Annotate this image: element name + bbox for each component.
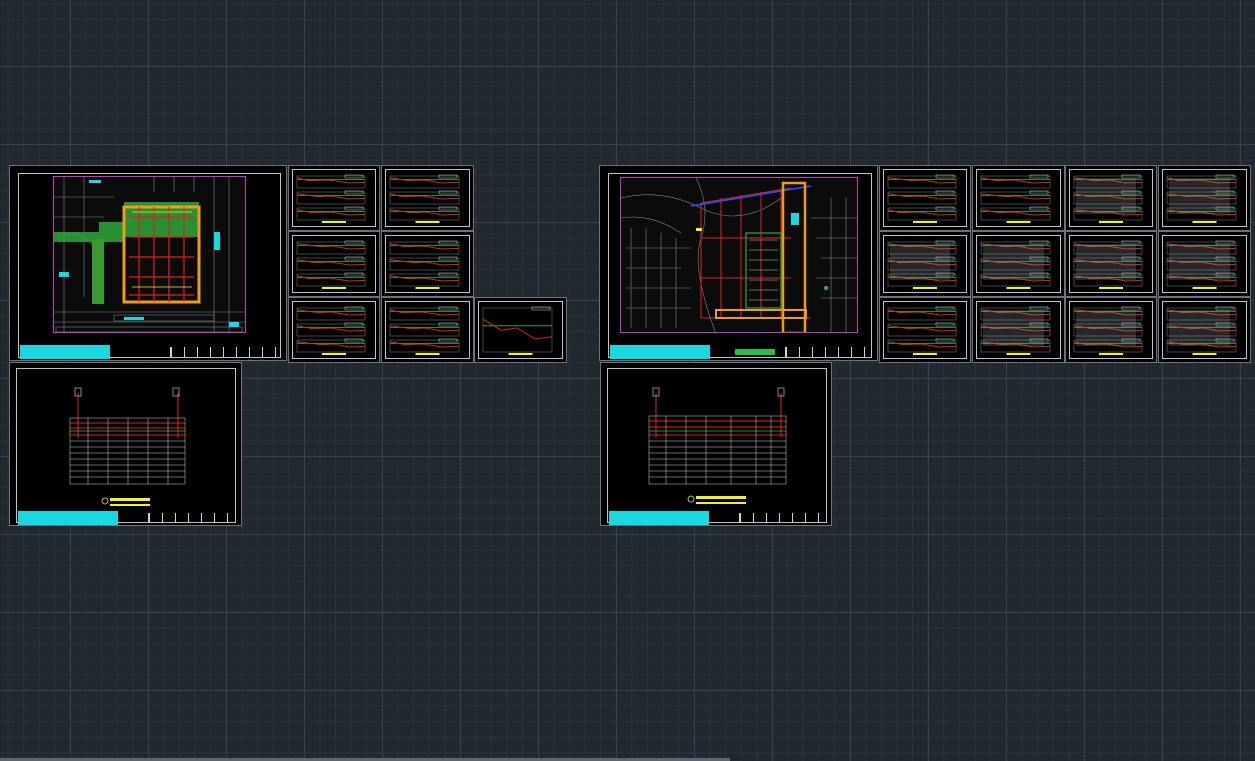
profile-drawing <box>1073 174 1143 223</box>
sheet-thumb-15[interactable] <box>1158 231 1251 297</box>
sheet-thumb-1[interactable] <box>288 165 380 231</box>
profile-drawing <box>980 306 1051 355</box>
title-block <box>610 345 872 359</box>
profile-drawing <box>887 240 957 289</box>
profile-drawing <box>887 306 957 355</box>
site-plan-graphics <box>621 178 857 332</box>
sheet-site-plan-1[interactable] <box>9 165 287 361</box>
sheet-thumb-14[interactable] <box>1065 231 1157 297</box>
schedule-table <box>641 383 791 513</box>
profile-drawing <box>1073 306 1143 355</box>
profile-drawing <box>389 306 460 355</box>
profile-drawing <box>482 306 553 355</box>
title-block <box>20 345 282 359</box>
sheet-thumb-18[interactable] <box>1065 297 1157 363</box>
schedule-table-graphics <box>69 387 186 506</box>
sheet-site-plan-2[interactable] <box>599 165 878 361</box>
sheet-thumb-12[interactable] <box>879 231 971 297</box>
sheet-thumb-6[interactable] <box>381 297 474 363</box>
sheet-thumb-2[interactable] <box>381 165 474 231</box>
profile-drawing <box>389 174 460 223</box>
sheet-thumb-7[interactable] <box>474 297 567 363</box>
sheet-thumb-9[interactable] <box>972 165 1065 231</box>
sheet-thumb-10[interactable] <box>1065 165 1157 231</box>
profile-drawing <box>296 174 366 223</box>
site-plan-drawing <box>53 176 246 333</box>
sheet-thumb-3[interactable] <box>288 231 380 297</box>
title-block <box>609 511 829 525</box>
sheet-thumb-4[interactable] <box>381 231 474 297</box>
sheet-thumb-13[interactable] <box>972 231 1065 297</box>
sheet-thumb-8[interactable] <box>879 165 971 231</box>
schedule-table <box>60 383 200 513</box>
site-plan-drawing <box>620 177 858 333</box>
profile-drawing <box>1166 306 1237 355</box>
profile-drawing <box>980 174 1051 223</box>
profile-drawing <box>887 174 957 223</box>
profile-drawing <box>1073 240 1143 289</box>
model-space-canvas[interactable]: { "canvas": { "background": "#212830", "… <box>0 0 1255 761</box>
schedule-table-graphics <box>648 387 787 504</box>
profile-drawing <box>1166 174 1237 223</box>
sheet-thumb-11[interactable] <box>1158 165 1251 231</box>
profile-drawing <box>980 240 1051 289</box>
sheet-thumb-19[interactable] <box>1158 297 1251 363</box>
sheet-thumb-16[interactable] <box>879 297 971 363</box>
profile-drawing <box>389 240 460 289</box>
profile-drawing <box>1166 240 1237 289</box>
profile-drawing <box>296 306 366 355</box>
profile-drawing <box>296 240 366 289</box>
title-block <box>18 511 238 525</box>
sheet-schedule-2[interactable] <box>600 362 832 526</box>
sheet-thumb-5[interactable] <box>288 297 380 363</box>
sheet-schedule-1[interactable] <box>9 362 242 526</box>
site-plan-graphics <box>54 177 245 332</box>
sheet-thumb-17[interactable] <box>972 297 1065 363</box>
